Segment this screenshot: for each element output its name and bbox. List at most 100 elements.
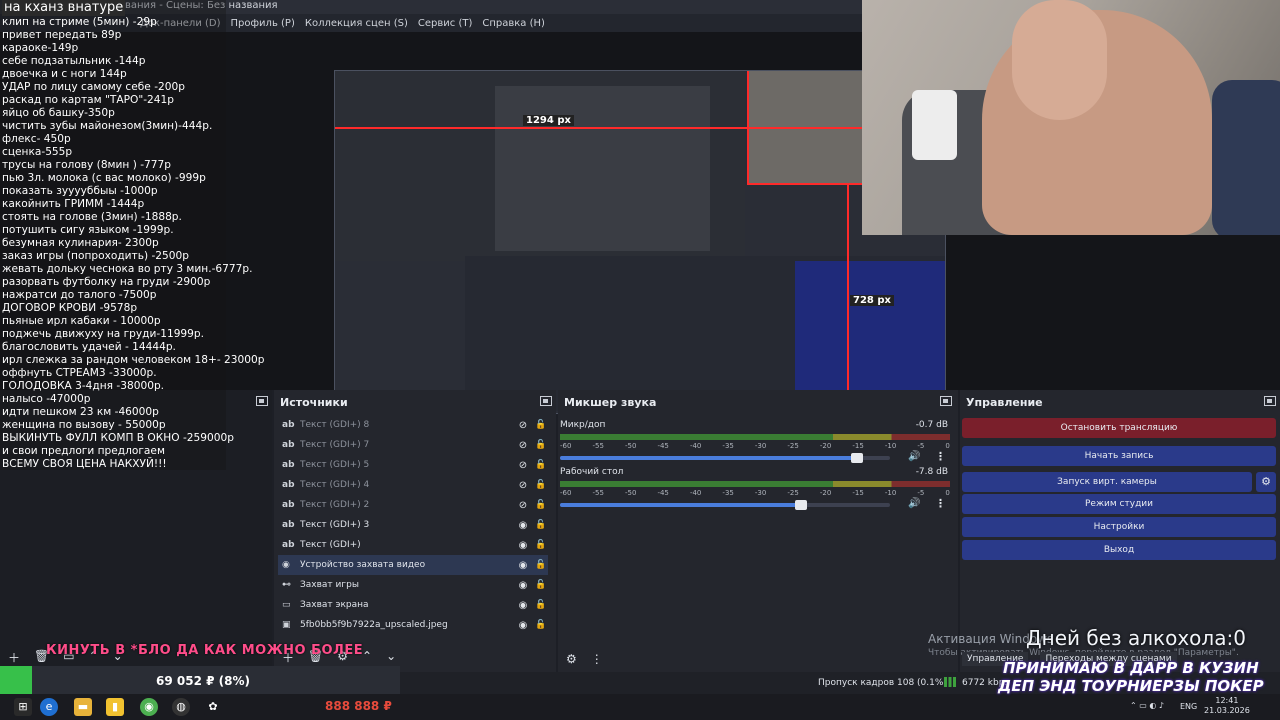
dock-undock-icon[interactable] [256,396,268,406]
source-name: 5fb0bb5f9b7922a_upscaled.jpeg [300,620,448,630]
monitor-icon: ▭ [282,600,291,610]
volume-slider[interactable] [560,453,890,463]
more-options-icon[interactable]: ⋮ [935,497,946,510]
source-row[interactable]: ab Текст (GDI+) 2 ⊘ 🔓 [278,495,548,515]
more-options-icon[interactable]: ⋮ [935,450,946,463]
source-row[interactable]: ⊷ Захват игры ◉ 🔓 [278,575,548,595]
lock-icon[interactable]: 🔓 [534,560,548,570]
studio-mode-button[interactable]: Режим студии [962,494,1276,514]
lock-icon[interactable]: 🔓 [534,540,548,550]
mixer-more-icon[interactable]: ⋮ [591,652,603,666]
source-row[interactable]: ab Текст (GDI+) 7 ⊘ 🔓 [278,435,548,455]
windows-start-icon[interactable]: ⊞ [14,698,32,716]
source-row[interactable]: ab Текст (GDI+) 5 ⊘ 🔓 [278,455,548,475]
menu-tools[interactable]: Сервис (T) [418,18,472,29]
file-explorer-icon[interactable]: ▬ [74,698,92,716]
obs-icon[interactable]: ◍ [172,698,190,716]
chrome-icon[interactable]: ◉ [140,698,158,716]
mixer-settings-gear-icon[interactable]: ⚙ [566,652,577,666]
lock-icon[interactable]: 🔓 [534,440,548,450]
exit-button[interactable]: Выход [962,540,1276,560]
meter-tick-label: -55 [592,442,604,450]
source-row[interactable]: ▣ 5fb0bb5f9b7922a_upscaled.jpeg ◉ 🔓 [278,615,548,635]
eye-off-icon[interactable]: ⊘ [516,500,530,511]
source-row[interactable]: ab Текст (GDI+) 8 ⊘ 🔓 [278,415,548,435]
lock-icon[interactable]: 🔓 [534,480,548,490]
meter-scale: -60 -55 -50 -45 -40 -35 -30 -25 -20 -15 -10 -5 0 [560,442,950,450]
meter-tick-label: -50 [624,489,637,497]
dimension-label-height: 728 px [850,295,894,306]
eye-off-icon[interactable]: ⊘ [516,440,530,451]
speaker-icon[interactable]: 🔊 [908,451,920,462]
source-row[interactable]: ◉ Устройство захвата видео ◉ 🔓 [278,555,548,575]
dock-undock-icon[interactable] [940,396,952,406]
virtual-camera-button[interactable]: Запуск вирт. камеры [962,472,1252,492]
stop-stream-button[interactable]: Остановить трансляцию [962,418,1276,438]
price-list-item: привет передать 89р [2,29,122,41]
source-name: Захват игры [300,580,359,590]
signal-icon [944,677,956,687]
virtual-camera-settings-gear-icon[interactable]: ⚙ [1256,472,1276,492]
meter-tick-label: -10 [884,489,897,497]
menu-scene-collection[interactable]: Коллекция сцен (S) [305,18,408,29]
price-list-item: разорвать футболку на груди -2900р [2,276,211,288]
eye-icon[interactable]: ◉ [516,580,530,591]
source-name: Захват экрана [300,600,369,610]
eye-icon[interactable]: ◉ [516,520,530,531]
settings-button[interactable]: Настройки [962,517,1276,537]
app-icon[interactable]: ▮ [106,698,124,716]
sources-dock: Источники ab Текст (GDI+) 8 ⊘ 🔓 ab Текст (GDI… [256,390,556,672]
edge-browser-icon[interactable]: e [40,698,58,716]
eye-off-icon[interactable]: ⊘ [516,420,530,431]
add-scene-button[interactable]: ＋ [8,649,20,666]
clock[interactable]: 12:41 21.03.2026 [1204,696,1250,716]
selection-guide-v2 [847,183,849,413]
eye-icon[interactable]: ◉ [516,540,530,551]
volume-slider-handle[interactable] [851,453,863,463]
lock-icon[interactable]: 🔓 [534,620,548,630]
speaker-icon[interactable]: 🔊 [908,498,920,509]
source-row[interactable]: ab Текст (GDI+) 3 ◉ 🔓 [278,515,548,535]
source-row[interactable]: ▭ Захват экрана ◉ 🔓 [278,595,548,615]
volume-slider[interactable] [560,500,890,510]
source-row[interactable]: ab Текст (GDI+) ◉ 🔓 [278,535,548,555]
price-list-item: оффнуть СТРЕАМ3 -33000р. [2,367,157,379]
steam-icon[interactable]: ✿ [204,698,222,716]
menu-help[interactable]: Справка (H) [482,18,545,29]
dock-undock-icon[interactable] [540,396,552,406]
lock-icon[interactable]: 🔓 [534,600,548,610]
taskbar: ⊞ e ▬ ▮ ◉ ◍ ✿ 888 888 ₽ ⌃ ▭ ◐ ♪ ENG 12:4… [0,694,1280,720]
price-list: на кханз внатуре клип на стриме (5мин) -… [0,0,264,471]
price-list-item: ВЫКИНУТЬ ФУЛЛ КОМП В ОКНО -259000р [2,432,234,444]
lock-icon[interactable]: 🔓 [534,500,548,510]
language-indicator[interactable]: ENG [1180,702,1197,711]
dock-undock-icon[interactable] [1264,396,1276,406]
eye-icon[interactable]: ◉ [516,600,530,611]
volume-slider-handle[interactable] [794,500,807,510]
menu-profile[interactable]: Профиль (P) [231,18,295,29]
eye-icon[interactable]: ◉ [516,560,530,571]
start-record-button[interactable]: Начать запись [962,446,1276,466]
source-row[interactable]: ab Текст (GDI+) 4 ⊘ 🔓 [278,475,548,495]
price-list-item: чистить зубы майонезом(3мин)-444р. [2,120,213,132]
streamer-head [1012,0,1107,120]
lock-icon[interactable]: 🔓 [534,420,548,430]
eye-off-icon[interactable]: ⊘ [516,480,530,491]
lock-icon[interactable]: 🔓 [534,520,548,530]
source-name: Текст (GDI+) 2 [300,500,370,510]
meter-tick-label: -5 [917,442,925,450]
image-icon: ▣ [282,620,291,630]
eye-off-icon[interactable]: ⊘ [516,460,530,471]
tray-icons[interactable]: ⌃ ▭ ◐ ♪ [1130,701,1164,710]
meter-tick-label: -35 [722,489,734,497]
price-list-item: ВСЕМУ СВОЯ ЦЕНА НАКХУЙ!!! [2,458,167,470]
meter-tick-label: -45 [657,489,669,497]
meter-tick-label: 0 [945,489,950,497]
price-list-heading: на кханз внатуре [2,0,126,16]
eye-icon[interactable]: ◉ [516,620,530,631]
move-down-icon[interactable]: ⌄ [386,649,396,666]
preview-canvas[interactable]: 1294 px 728 px [334,70,946,414]
lock-icon[interactable]: 🔓 [534,460,548,470]
lock-icon[interactable]: 🔓 [534,580,548,590]
move-up-icon[interactable]: ⌃ [362,649,372,666]
